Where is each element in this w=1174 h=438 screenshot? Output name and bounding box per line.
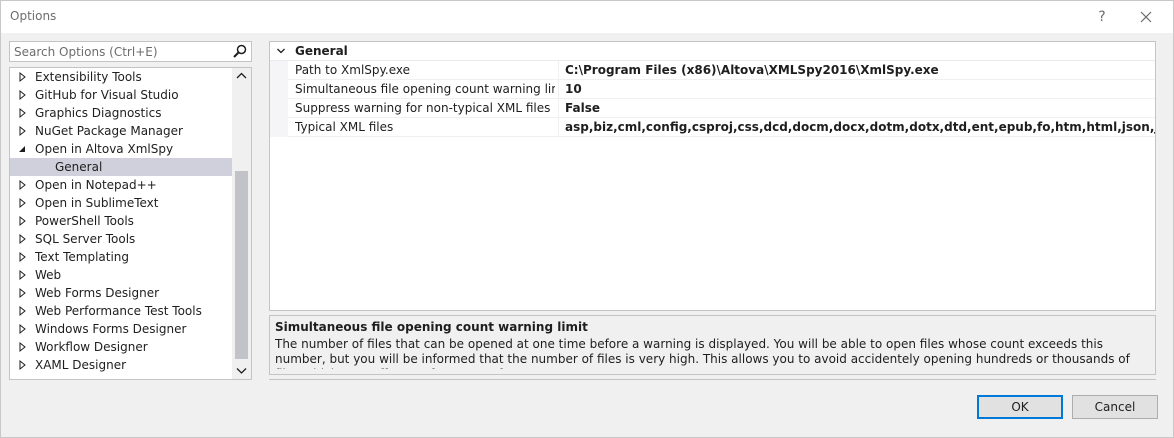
property-value[interactable]: asp,biz,cml,config,csproj,css,dcd,docm,d… (565, 120, 1155, 134)
expand-arrow-icon[interactable] (17, 212, 29, 230)
tree-item[interactable]: GitHub for Visual Studio (10, 86, 232, 104)
tree-item-label: Open in Altova XmlSpy (35, 142, 174, 156)
tree-item[interactable]: Graphics Diagnostics (10, 104, 232, 122)
property-value[interactable]: False (565, 101, 1155, 115)
close-icon (1140, 11, 1152, 23)
expand-arrow-icon[interactable] (17, 266, 29, 284)
description-title: Simultaneous file opening count warning … (275, 320, 588, 334)
column-divider (558, 80, 559, 99)
category-label: General (295, 44, 348, 58)
tree-item-label: SQL Server Tools (35, 232, 136, 246)
tree-item[interactable]: Windows Forms Designer (10, 320, 232, 338)
search-icon[interactable] (232, 43, 248, 59)
window-title: Options (10, 9, 57, 23)
help-button[interactable]: ? (1089, 5, 1115, 29)
expand-arrow-icon[interactable] (17, 356, 29, 374)
ok-button[interactable]: OK (977, 395, 1063, 419)
expanded-arrow-icon[interactable] (17, 140, 29, 158)
property-name: Typical XML files (295, 120, 394, 134)
tree-item[interactable]: Web (10, 266, 232, 284)
tree-item-label: Web (35, 268, 62, 282)
property-grid: General Path to XmlSpy.exe C:\Program Fil… (269, 41, 1156, 311)
tree-item-label: Workflow Designer (35, 340, 148, 354)
expand-arrow-icon[interactable] (17, 338, 29, 356)
options-dialog: Options ? Extensibility Tools GitHub for … (0, 0, 1174, 438)
tree-item-label: Text Templating (35, 250, 130, 264)
expand-arrow-icon[interactable] (17, 320, 29, 338)
property-row[interactable]: Simultaneous file opening count warning … (288, 80, 1155, 99)
category-header[interactable]: General (270, 42, 1155, 61)
tree-item-label: Open in Notepad++ (35, 178, 157, 192)
tree-item[interactable]: Web Performance Test Tools (10, 302, 232, 320)
property-row[interactable]: Path to XmlSpy.exe C:\Program Files (x86)… (288, 61, 1155, 80)
property-name: Path to XmlSpy.exe (295, 63, 411, 77)
expand-arrow-icon[interactable] (17, 248, 29, 266)
separator (269, 379, 1156, 380)
tree-item-label: NuGet Package Manager (35, 124, 183, 138)
property-row[interactable]: Suppress warning for non-typical XML fil… (288, 99, 1155, 118)
tree-item-label: General (55, 160, 103, 174)
tree-item[interactable]: General (10, 158, 232, 176)
tree-item-label: Web Forms Designer (35, 286, 160, 300)
tree-item-label: PowerShell Tools (35, 214, 134, 228)
chevron-up-icon (236, 72, 247, 79)
expand-arrow-icon[interactable] (17, 302, 29, 320)
search-input[interactable] (10, 42, 230, 61)
tree-item[interactable]: Open in Notepad++ (10, 176, 232, 194)
tree-scrollbar[interactable] (232, 68, 251, 379)
expand-arrow-icon[interactable] (17, 230, 29, 248)
expand-arrow-icon[interactable] (17, 122, 29, 140)
scroll-thumb[interactable] (235, 171, 248, 359)
chevron-down-icon (236, 368, 247, 374)
tree-item[interactable]: Open in Altova XmlSpy (10, 140, 232, 158)
tree-item[interactable]: NuGet Package Manager (10, 122, 232, 140)
collapse-chevron-icon[interactable] (275, 45, 287, 57)
description-text: The number of files that can be opened a… (275, 337, 1130, 369)
scroll-up-button[interactable] (232, 68, 251, 85)
expand-arrow-icon[interactable] (17, 194, 29, 212)
tree-item-label: Extensibility Tools (35, 70, 142, 84)
property-value[interactable]: 10 (565, 82, 1155, 96)
column-divider (558, 99, 559, 118)
expand-arrow-icon[interactable] (17, 104, 29, 122)
tree-item[interactable]: SQL Server Tools (10, 230, 232, 248)
expand-arrow-icon[interactable] (17, 68, 29, 86)
column-divider (558, 118, 559, 137)
column-divider (558, 61, 559, 80)
tree-item-label: GitHub for Visual Studio (35, 88, 179, 102)
tree-item[interactable]: Web Forms Designer (10, 284, 232, 302)
property-row[interactable]: Typical XML files asp,biz,cml,config,cspr… (288, 118, 1155, 137)
title-bar: Options ? (1, 1, 1173, 33)
property-name: Suppress warning for non-typical XML fil… (295, 101, 551, 115)
tree-item-label: XAML Designer (35, 358, 127, 372)
property-value[interactable]: C:\Program Files (x86)\Altova\XMLSpy2016… (565, 63, 1155, 77)
expand-arrow-icon[interactable] (17, 176, 29, 194)
cancel-button[interactable]: Cancel (1072, 395, 1158, 419)
search-box (9, 41, 252, 62)
tree-item[interactable]: Extensibility Tools (10, 68, 232, 86)
tree-item[interactable]: Workflow Designer (10, 338, 232, 356)
options-tree: Extensibility Tools GitHub for Visual Stu… (9, 67, 252, 380)
tree-item[interactable]: XAML Designer (10, 356, 232, 374)
expand-arrow-icon[interactable] (17, 284, 29, 302)
grid-gutter (270, 61, 288, 137)
tree-item-label: Windows Forms Designer (35, 322, 187, 336)
scroll-down-button[interactable] (232, 362, 251, 379)
tree-item-label: Web Performance Test Tools (35, 304, 202, 318)
property-name: Simultaneous file opening count warning … (295, 82, 555, 96)
tree-item-label: Graphics Diagnostics (35, 106, 162, 120)
expand-arrow-icon[interactable] (17, 86, 29, 104)
close-button[interactable] (1133, 5, 1159, 29)
description-pane: Simultaneous file opening count warning … (269, 315, 1156, 375)
tree-item[interactable]: Text Templating (10, 248, 232, 266)
tree-item-label: Open in SublimeText (35, 196, 159, 210)
tree-item[interactable]: PowerShell Tools (10, 212, 232, 230)
tree-item[interactable]: Open in SublimeText (10, 194, 232, 212)
